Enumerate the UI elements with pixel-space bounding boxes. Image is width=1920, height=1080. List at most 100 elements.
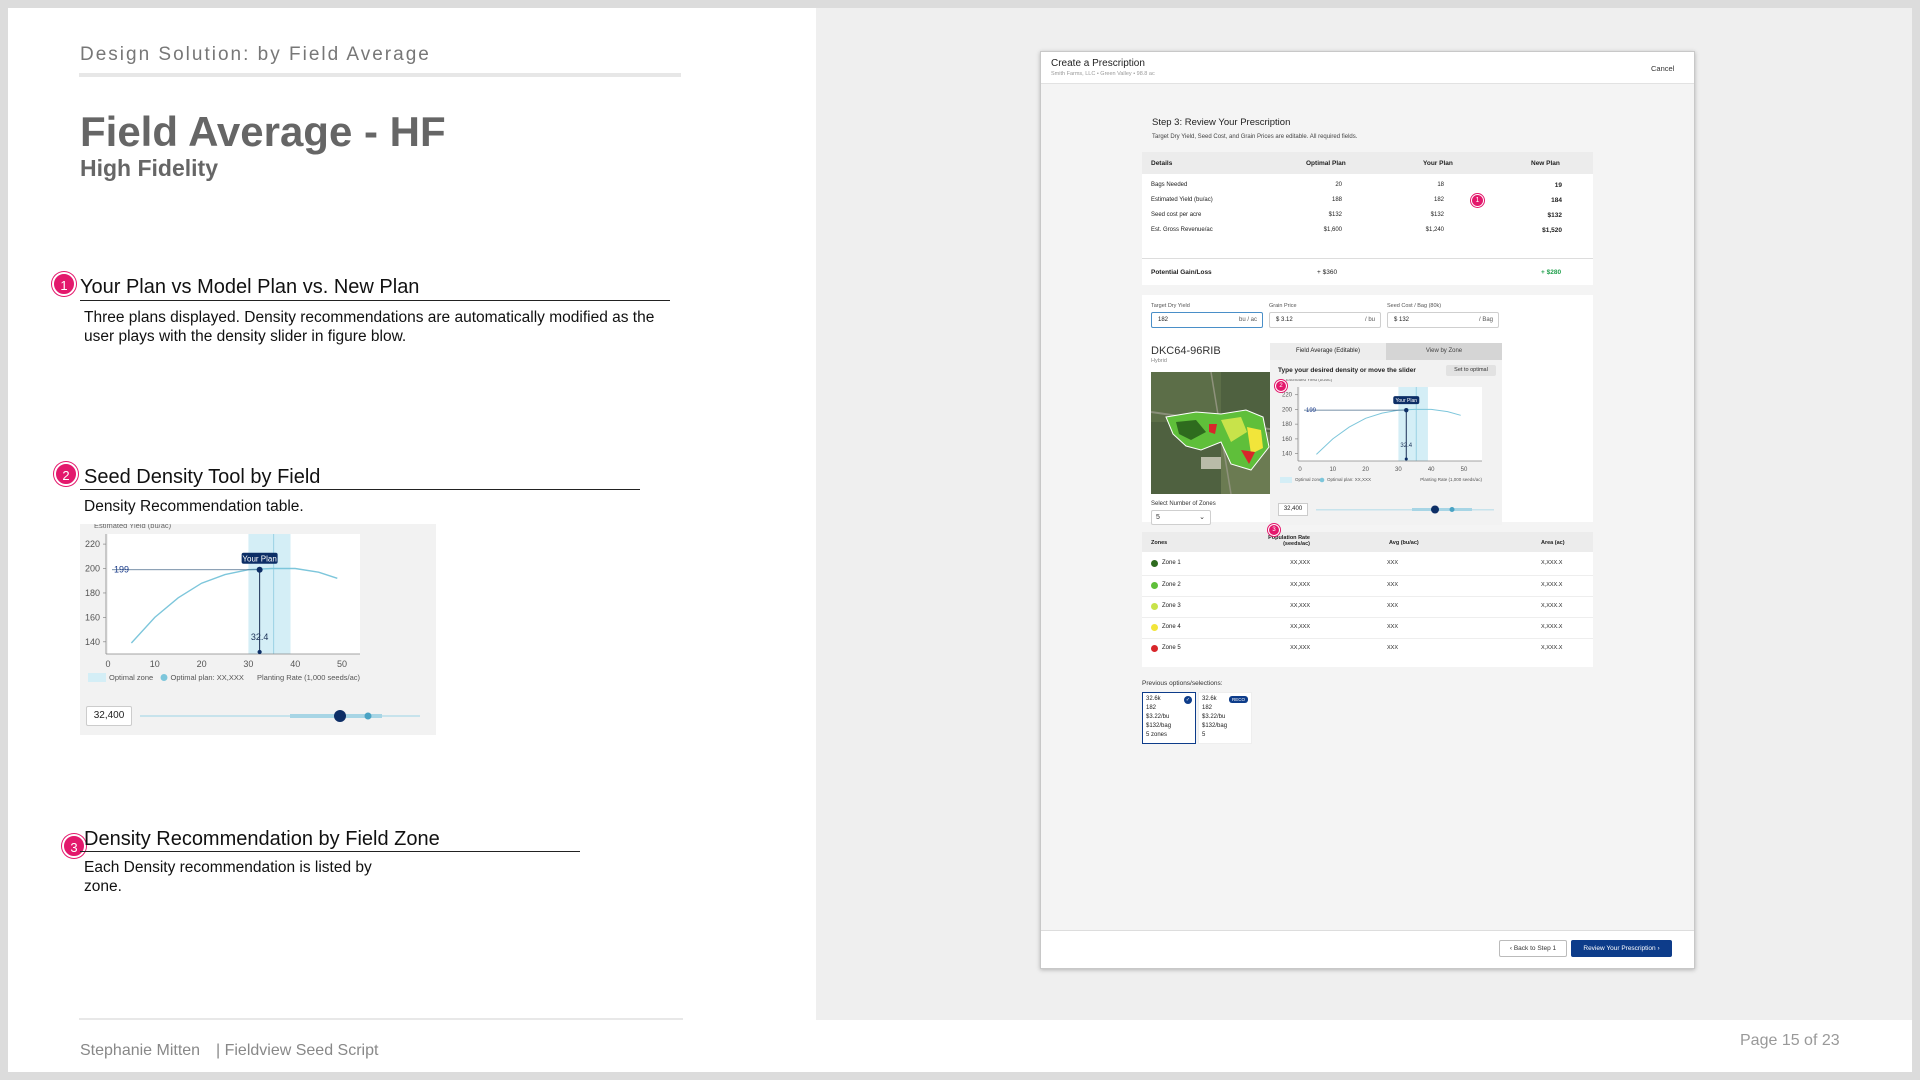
option-line: $132/bag [1202,723,1228,729]
section-3-title: Density Recommendation by Field Zone [84,828,440,850]
option-line: $3.22/bu [1146,714,1170,720]
check-icon: ✓ [1184,696,1192,704]
density-value-input[interactable]: 32,400 [86,706,132,726]
hybrid-type: Hybrid [1151,358,1167,364]
reference-label: 199 [1306,408,1317,414]
page-number: Page 15 of 23 [1740,1032,1840,1049]
density-value-input-small[interactable]: 32,400 [1278,503,1308,516]
zcol-area: Area (ac) [1541,540,1565,546]
section-3-badge: 3 [62,834,86,858]
option-line: 32.6k [1202,696,1217,702]
legend-plan-dot [160,674,168,681]
previous-label: Previous options/selections: [1142,680,1223,687]
review-button[interactable]: Review Your Prescription › [1571,940,1672,957]
density-slider-small[interactable] [1312,503,1498,516]
table-row-label: Seed cost per acre [1151,212,1202,218]
review-button-label: Review Your Prescription [1583,945,1656,952]
zone-avg: XXX [1387,624,1399,630]
input-label: Seed Cost / Bag (80k) [1387,303,1442,309]
section-2-badge: 2 [54,462,78,486]
plan-x-label: 32.4 [251,632,269,642]
zone-rate: XX,XXX [1290,603,1310,609]
legend-plan-dot [1319,477,1325,483]
x-axis-label: Planting Rate (1,000 seeds/ac) [1420,477,1482,482]
plan-x-label: 32.4 [1400,443,1412,449]
input-value: $ 3.12 [1276,317,1293,323]
zones-table: Zones Population Rate (seeds/ac) Avg (bu… [1142,524,1593,667]
table-row-new: $132 [1547,212,1562,219]
table-row-new: 184 [1551,197,1562,204]
zone-color-dot [1151,582,1158,589]
option-line: 32.6k [1146,696,1161,702]
density-chart: 140 160 180 200 220 0 10 20 30 40 50 199 Your Plan 32… [85,524,360,682]
table-row: Zone 1 XX,XXX XXX X,XXX.X [1142,554,1593,574]
chevron-down-icon: ⌄ [1199,514,1205,521]
density-slider[interactable] [140,708,428,724]
mock-badge-1: 1 [1471,194,1484,207]
x-tick-label: 0 [1298,467,1302,473]
section-1-desc: Three plans displayed. Density recommend… [84,309,655,345]
section-2-divider [80,489,640,490]
zones-select-value: 5 [1156,514,1160,521]
input-field-2[interactable]: $ 132 / Bag [1387,312,1499,328]
legend-plan: Optimal plan: XX,XXX [1327,477,1371,482]
back-button[interactable]: ‹ Back to Step 1 [1499,940,1567,957]
input-field-1[interactable]: $ 3.12 / bu [1269,312,1381,328]
tab-view-by-zone[interactable]: View by Zone [1386,343,1502,360]
window-footer: ‹ Back to Step 1 Review Your Prescriptio… [1041,930,1694,968]
table-row-your: $132 [1430,212,1444,218]
cancel-link[interactable]: Cancel [1651,64,1674,73]
col-your: Your Plan [1423,160,1453,167]
window-header: Create a Prescription Smith Farms, LLC •… [1041,52,1694,84]
reco-badge: RECO [1228,696,1248,703]
zone-name: Zone 3 [1162,603,1181,609]
zones-select[interactable]: 5 ⌄ [1151,510,1211,525]
table-row-label: Bags Needed [1151,182,1188,188]
zone-name: Zone 4 [1162,624,1181,630]
your-plan-label: Your Plan [1396,398,1418,404]
density-chart-small: 140 160 180 200 220 0 10 20 30 40 50 199 Your Plan 32… [1280,379,1482,483]
zone-color-dot [1151,560,1158,567]
col-optimal: Optimal Plan [1306,160,1346,167]
reference-label: 199 [114,565,129,575]
table-row-optimal: $132 [1328,212,1342,218]
density-chart-card: 140 160 180 200 220 0 10 20 30 40 50 199 Your Plan 32… [80,524,436,735]
y-tick-label: 180 [85,588,100,598]
slide: Design Solution: by Field Average Field … [8,8,1912,1072]
zcol-rate: Population Rate (seeds/ac) [1268,535,1310,547]
x-tick-label: 20 [1362,467,1369,473]
zone-rate: XX,XXX [1290,624,1310,630]
density-tool-card: Target Dry Yield 182 bu / ac Grain Price $ 3… [1142,295,1593,525]
table-header [1142,152,1593,174]
x-tick-label: 20 [197,659,207,669]
window-subtitle: Smith Farms, LLC • Green Valley • 98.8 a… [1051,71,1155,77]
table-row: Zone 3 XX,XXX XXX X,XXX.X [1142,596,1593,616]
step-title: Step 3: Review Your Prescription [1152,117,1291,128]
x-tick-label: 10 [1329,467,1336,473]
footer-project: | Fieldview Seed Script [216,1042,379,1059]
tab-field-average[interactable]: Field Average (Editable) [1270,343,1386,360]
table-row-optimal: 188 [1331,197,1342,203]
option-line: 5 zones [1146,732,1168,738]
previous-option-card[interactable]: 32.6k 182 $3.22/bu $132/bag 5 zones ✓ [1142,692,1196,744]
set-optimal-button[interactable]: Set to optimal [1446,365,1496,376]
table-row: Zone 4 XX,XXX XXX X,XXX.X [1142,617,1593,637]
table-row-optimal: $1,600 [1323,227,1342,233]
zones-table-header [1142,532,1593,552]
plan-marker-dot [1404,407,1409,413]
input-label: Target Dry Yield [1151,303,1190,309]
slider-thumb [334,710,346,722]
hybrid-name: DKC64-96RIB [1151,345,1221,357]
previous-option-card[interactable]: 32.6k 182 $3.22/bu $132/bag 5 RECO [1198,692,1252,744]
zone-color-dot [1151,603,1158,610]
legend-zone-swatch [88,673,106,682]
option-line: $3.22/bu [1202,714,1226,720]
col-details: Details [1151,160,1173,167]
section-2-title: Seed Density Tool by Field [84,466,321,488]
kicker-divider [79,73,681,77]
input-unit: / Bag [1478,317,1493,323]
mock-badge-3: 3 [1268,524,1280,536]
input-field-0[interactable]: 182 bu / ac [1151,312,1263,328]
zcol-zones: Zones [1151,540,1168,546]
footer-author: Stephanie Mitten [80,1042,201,1059]
